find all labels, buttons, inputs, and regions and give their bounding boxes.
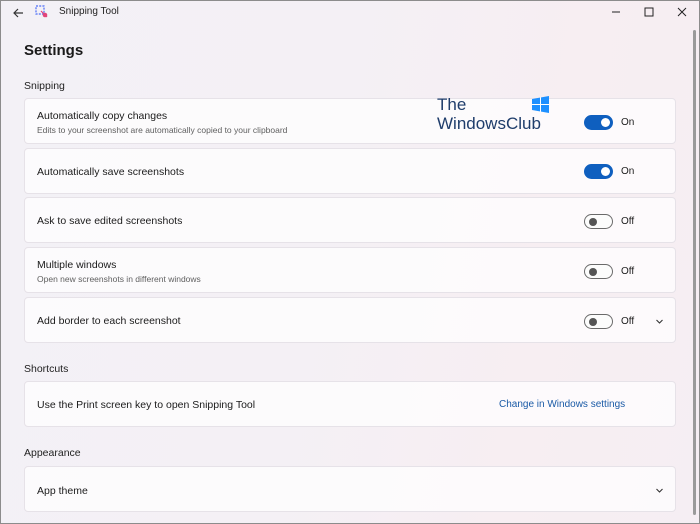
chevron-down-icon	[655, 319, 663, 324]
setting-label: Automatically save screenshots	[37, 166, 185, 178]
title-bar: Snipping Tool	[0, 0, 700, 26]
setting-card-app-theme[interactable]: App theme	[24, 466, 676, 512]
minimize-button[interactable]	[601, 2, 631, 22]
toggle-knob	[589, 268, 597, 276]
minimize-icon	[612, 11, 620, 13]
toggle-save-screenshots[interactable]	[584, 164, 613, 179]
toggle-state-text: Off	[621, 316, 635, 327]
close-icon	[677, 7, 687, 17]
setting-label: Use the Print screen key to open Snippin…	[37, 399, 256, 411]
close-button[interactable]	[667, 2, 697, 22]
toggle-ask-to-save[interactable]	[584, 214, 613, 229]
expand-theme-button[interactable]	[652, 483, 666, 497]
watermark-line-2: WindowsClub	[437, 114, 541, 133]
watermark-line-1: The	[437, 95, 467, 114]
setting-description: Edits to your screenshot are automatical…	[37, 125, 288, 135]
windows-logo-icon	[532, 96, 549, 113]
scrollbar[interactable]	[693, 30, 696, 515]
setting-card-copy-changes: Automatically copy changes Edits to your…	[24, 98, 676, 144]
app-title: Snipping Tool	[59, 6, 119, 17]
toggle-knob	[601, 118, 610, 127]
toggle-knob	[601, 167, 610, 176]
setting-card-ask-to-save: Ask to save edited screenshots Off	[24, 197, 676, 243]
toggle-add-border[interactable]	[584, 314, 613, 329]
setting-description: Open new screenshots in different window…	[37, 274, 201, 284]
toggle-state-text: On	[621, 166, 635, 177]
section-title-appearance: Appearance	[24, 447, 81, 459]
section-title-snipping: Snipping	[24, 80, 65, 92]
toggle-knob	[589, 318, 597, 326]
watermark: The WindowsClub	[437, 95, 557, 135]
setting-label: Automatically copy changes	[37, 110, 168, 122]
chevron-down-icon	[655, 488, 663, 493]
setting-card-print-screen: Use the Print screen key to open Snippin…	[24, 381, 676, 427]
maximize-icon	[644, 7, 654, 17]
toggle-state-text: Off	[621, 266, 635, 277]
back-arrow-icon	[13, 8, 23, 18]
setting-card-multiple-windows: Multiple windows Open new screenshots in…	[24, 247, 676, 293]
expand-border-button[interactable]	[652, 314, 666, 328]
back-button[interactable]	[8, 3, 28, 23]
setting-label: Add border to each screenshot	[37, 315, 181, 327]
section-title-shortcuts: Shortcuts	[24, 363, 69, 375]
setting-card-add-border[interactable]: Add border to each screenshot Off	[24, 297, 676, 343]
setting-label: App theme	[37, 485, 88, 497]
toggle-multiple-windows[interactable]	[584, 264, 613, 279]
page-title: Settings	[24, 42, 84, 59]
change-windows-settings-link[interactable]: Change in Windows settings	[499, 399, 625, 410]
setting-label: Multiple windows	[37, 259, 117, 271]
toggle-knob	[589, 218, 597, 226]
toggle-state-text: On	[621, 117, 635, 128]
maximize-button[interactable]	[634, 2, 664, 22]
snipping-tool-icon	[35, 5, 48, 18]
setting-card-save-screenshots: Automatically save screenshots On	[24, 148, 676, 194]
toggle-state-text: Off	[621, 216, 635, 227]
setting-label: Ask to save edited screenshots	[37, 215, 183, 227]
toggle-copy-changes[interactable]	[584, 115, 613, 130]
